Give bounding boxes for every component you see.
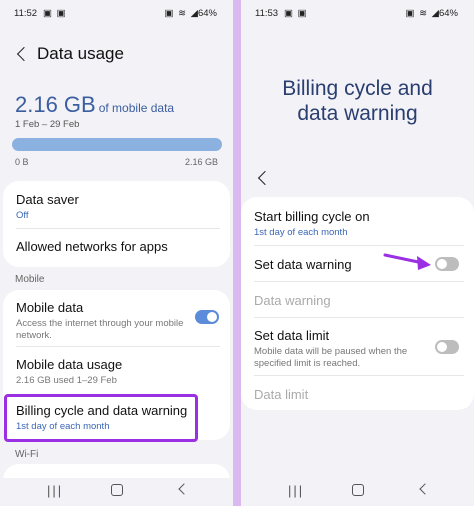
divider: [254, 317, 464, 318]
divider: [254, 375, 464, 376]
recent-apps-icon[interactable]: |||: [288, 483, 304, 498]
battery-level: 64%: [197, 8, 217, 19]
set-data-warning-toggle[interactable]: [435, 257, 459, 271]
back-icon[interactable]: [178, 483, 190, 495]
usage-suffix: of mobile data: [98, 101, 175, 115]
home-icon[interactable]: [111, 484, 123, 496]
set-data-limit-title: Set data limit: [254, 328, 330, 343]
allowed-networks-title: Allowed networks for apps: [16, 239, 168, 254]
home-icon[interactable]: [352, 484, 364, 496]
mobile-data-toggle[interactable]: [195, 310, 219, 324]
divider: [254, 281, 464, 282]
usage-amount: 2.16 GB: [15, 92, 96, 117]
back-icon[interactable]: [419, 483, 431, 495]
billing-cycle-title: Billing cycle and data warning: [16, 403, 188, 418]
page-title: Billing cycle and data warning: [241, 76, 474, 126]
data-saver-card: Data saver Off Allowed networks for apps: [3, 181, 230, 267]
signal-icons: ▣ ≋ ◢: [164, 8, 199, 19]
billing-cycle-item[interactable]: Billing cycle and data warning 1st day o…: [4, 394, 198, 442]
usage-date-range: 1 Feb – 29 Feb: [15, 119, 80, 130]
back-arrow-icon[interactable]: [16, 46, 32, 62]
divider: [16, 228, 220, 229]
bar-max-label: 2.16 GB: [184, 157, 218, 167]
start-billing-sub: 1st day of each month: [254, 227, 348, 238]
status-time: 11:52: [14, 8, 38, 19]
usage-progress-bar: [12, 138, 222, 151]
set-data-limit-item[interactable]: Set data limit Mobile data will be pause…: [254, 328, 434, 370]
status-bar: 11:53 ▣ ▣ ▣ ≋ ◢ 64%: [241, 0, 474, 28]
section-label-mobile: Mobile: [15, 274, 45, 285]
divider: [254, 245, 464, 246]
back-arrow-icon[interactable]: [257, 170, 273, 186]
status-bar: 11:52 ▣ ▣ ▣ ≋ ◢ 64%: [0, 0, 233, 28]
data-saver-status: Off: [16, 210, 29, 221]
set-data-limit-sub: Mobile data will be paused when the spec…: [254, 346, 408, 369]
bar-min-label: 0 B: [15, 157, 29, 167]
notification-icons: ▣ ▣: [284, 8, 308, 19]
page-title-line2: data warning: [297, 102, 418, 125]
battery-level: 64%: [438, 8, 458, 19]
start-billing-title: Start billing cycle on: [254, 209, 370, 224]
mobile-data-usage-title: Mobile data usage: [16, 357, 123, 372]
mobile-data-item[interactable]: Mobile data Access the internet through …: [16, 300, 190, 342]
left-screen: 11:52 ▣ ▣ ▣ ≋ ◢ 64% Data usage 2.16 GB of…: [0, 0, 233, 506]
notification-icons: ▣ ▣: [43, 8, 67, 19]
usage-summary: 2.16 GB of mobile data: [15, 92, 174, 118]
right-screen: 11:53 ▣ ▣ ▣ ≋ ◢ 64% Billing cycle and da…: [241, 0, 474, 506]
recent-apps-icon[interactable]: |||: [47, 483, 63, 498]
page-title: Data usage: [37, 44, 124, 63]
data-saver-item[interactable]: Data saver Off: [16, 192, 220, 221]
data-limit-title: Data limit: [254, 387, 309, 402]
set-data-limit-toggle[interactable]: [435, 340, 459, 354]
billing-settings-card: Start billing cycle on 1st day of each m…: [241, 197, 474, 410]
mobile-data-usage-item[interactable]: Mobile data usage 2.16 GB used 1–29 Feb: [16, 357, 220, 387]
navigation-bar: |||: [241, 478, 474, 502]
start-billing-cycle-item[interactable]: Start billing cycle on 1st day of each m…: [254, 209, 464, 238]
mobile-data-usage-sub: 2.16 GB used 1–29 Feb: [16, 375, 117, 386]
pointer-arrow-icon: [383, 253, 431, 270]
data-saver-title: Data saver: [16, 192, 79, 207]
section-label-wifi: Wi-Fi: [15, 449, 39, 460]
divider: [16, 346, 220, 347]
signal-icons: ▣ ≋ ◢: [405, 8, 440, 19]
data-warning-item: Data warning: [254, 293, 464, 308]
billing-cycle-sub: 1st day of each month: [16, 421, 110, 432]
data-limit-item: Data limit: [254, 387, 464, 402]
page-title-line1: Billing cycle and: [282, 77, 433, 100]
mobile-data-description: Access the internet through your mobile …: [16, 318, 184, 341]
status-time: 11:53: [255, 8, 279, 19]
allowed-networks-item[interactable]: Allowed networks for apps: [16, 239, 220, 254]
data-warning-title: Data warning: [254, 293, 331, 308]
mobile-data-title: Mobile data: [16, 300, 84, 315]
navigation-bar: |||: [0, 478, 233, 502]
